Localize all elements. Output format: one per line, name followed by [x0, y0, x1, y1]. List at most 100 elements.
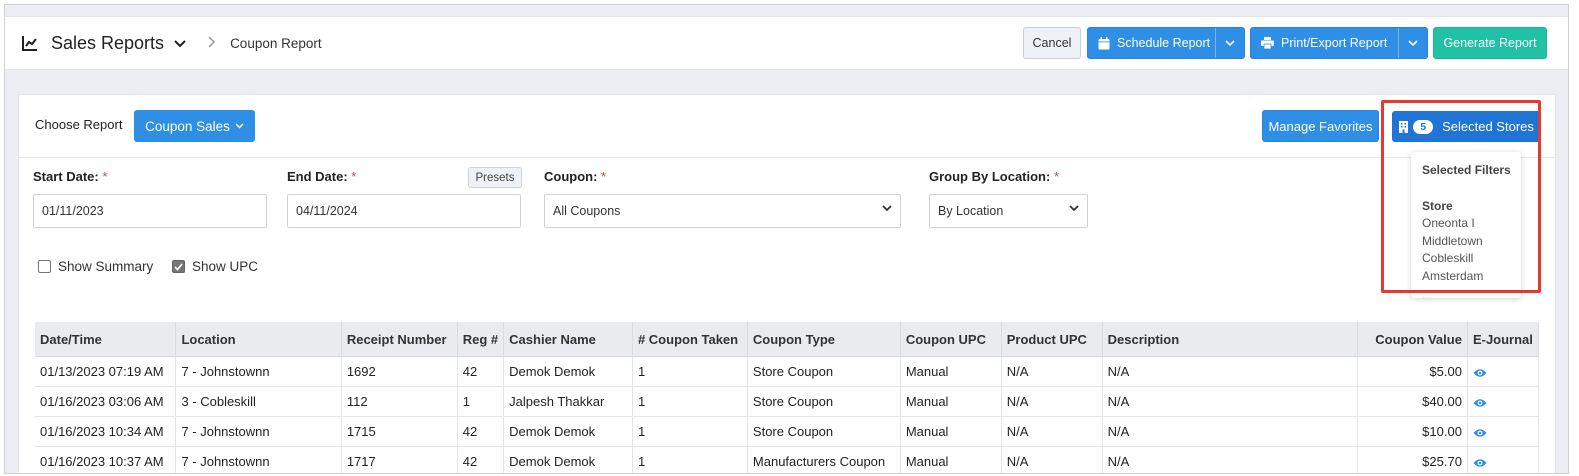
eye-icon[interactable] [1473, 398, 1487, 408]
print-export-button[interactable]: Print/Export Report [1250, 27, 1428, 59]
chevron-down-icon[interactable] [174, 36, 186, 51]
checkbox-box[interactable] [38, 260, 51, 273]
cell-receipt: 1717 [341, 446, 458, 473]
generate-report-button[interactable]: Generate Report [1433, 27, 1547, 59]
report-type-dropdown[interactable]: Coupon Sales [134, 110, 255, 142]
chevron-down-icon [1225, 39, 1235, 46]
cell-coupon-type: Manufacturers Coupon [747, 446, 901, 473]
stores-count-badge: 5 [1413, 119, 1434, 134]
cell-date: 01/13/2023 07:19 AM [35, 356, 177, 387]
popover-store-item: Amsterdam [1422, 269, 1484, 283]
cell-product-upc: N/A [1001, 356, 1103, 387]
eye-icon[interactable] [1473, 428, 1487, 438]
show-upc-label: Show UPC [192, 259, 259, 274]
column-header[interactable]: Description [1102, 322, 1359, 357]
start-date-input[interactable]: 01/11/2023 [33, 194, 267, 228]
column-header[interactable]: Coupon Value [1357, 322, 1468, 357]
cell-receipt: 1715 [341, 416, 458, 447]
column-header[interactable]: Coupon Type [747, 322, 901, 357]
cancel-button-label: Cancel [1032, 36, 1072, 50]
selected-stores-label: Selected Stores [1442, 119, 1534, 134]
printer-icon [1261, 37, 1274, 49]
cell-coupon-type: Store Coupon [747, 356, 901, 387]
show-upc-checkbox[interactable]: Show UPC [172, 259, 258, 274]
column-header[interactable]: E-Journal [1467, 322, 1540, 357]
cell-product-upc: N/A [1001, 386, 1103, 417]
eye-icon[interactable] [1473, 458, 1487, 468]
app-window: Sales Reports Coupon Report Cancel Sched… [4, 4, 1569, 474]
table-row: 01/16/2023 10:34 AM 7 - Johnstownn 1715 … [35, 416, 1540, 447]
cell-date: 01/16/2023 10:34 AM [35, 416, 177, 447]
cell-register: 42 [457, 416, 505, 447]
cell-date: 01/16/2023 10:37 AM [35, 446, 177, 473]
presets-button[interactable]: Presets [468, 167, 522, 188]
eye-icon[interactable] [1473, 368, 1487, 378]
column-header[interactable]: Receipt Number [341, 322, 458, 357]
cell-ejournal [1467, 386, 1540, 417]
column-header[interactable]: Reg # [457, 322, 505, 357]
cell-description: N/A [1102, 386, 1359, 417]
breadcrumb: Sales Reports Coupon Report [21, 17, 322, 69]
cell-coupon-upc: Manual [900, 446, 1002, 473]
column-header[interactable]: Cashier Name [503, 322, 633, 357]
cell-coupon-upc: Manual [900, 356, 1002, 387]
print-dropdown-toggle[interactable] [1398, 28, 1427, 58]
report-card: Choose Report Coupon Sales Manage Favori… [18, 94, 1556, 473]
choose-report-label: Choose Report [35, 117, 123, 132]
start-date-label: Start Date: * [33, 169, 108, 184]
generate-report-label: Generate Report [1443, 36, 1537, 50]
table-row: 01/13/2023 07:19 AM 7 - Johnstownn 1692 … [35, 356, 1540, 387]
cell-ejournal [1467, 356, 1540, 387]
end-date-label: End Date: * [287, 169, 357, 184]
cell-cashier: Demok Demok [503, 446, 633, 473]
cell-register: 42 [457, 446, 505, 473]
popover-more-indicator: ... [1422, 288, 1433, 298]
page-title: Sales Reports [51, 32, 165, 53]
chevron-right-icon [208, 35, 216, 51]
cell-ejournal [1467, 446, 1540, 473]
cell-coupon-value: $40.00 [1357, 386, 1468, 417]
cell-coupon-value: $5.00 [1357, 356, 1468, 387]
show-summary-checkbox[interactable]: Show Summary [38, 259, 153, 274]
cell-receipt: 1692 [341, 356, 458, 387]
cell-location: 7 - Johnstownn [175, 416, 342, 447]
table-row: 01/16/2023 03:06 AM 3 - Cobleskill 112 1… [35, 386, 1540, 417]
column-header[interactable]: Location [175, 322, 342, 357]
manage-favorites-button[interactable]: Manage Favorites [1262, 110, 1379, 142]
column-header[interactable]: Coupon UPC [900, 322, 1002, 357]
calendar-icon [1098, 36, 1110, 49]
checkbox-box[interactable] [172, 260, 185, 273]
cell-coupon-type: Store Coupon [747, 386, 901, 417]
schedule-dropdown-toggle[interactable] [1215, 28, 1244, 58]
cell-coupon-taken: 1 [632, 386, 748, 417]
column-header[interactable]: Date/Time [35, 322, 177, 357]
popover-store-item: Cobleskill [1422, 251, 1474, 265]
cell-register: 1 [457, 386, 505, 417]
cell-description: N/A [1102, 356, 1359, 387]
popover-store-heading: Store [1422, 199, 1453, 213]
cancel-button[interactable]: Cancel [1023, 27, 1081, 59]
coupon-report-table: Date/Time Location Receipt Number Reg # … [35, 322, 1540, 473]
cell-coupon-value: $25.70 [1357, 446, 1468, 473]
column-header[interactable]: # Coupon Taken [632, 322, 748, 357]
manage-favorites-label: Manage Favorites [1268, 118, 1373, 134]
building-icon [1399, 120, 1409, 133]
cell-description: N/A [1102, 416, 1359, 447]
cell-location: 7 - Johnstownn [175, 356, 342, 387]
cell-coupon-taken: 1 [632, 356, 748, 387]
cell-cashier: Demok Demok [503, 356, 633, 387]
cell-product-upc: N/A [1001, 446, 1103, 473]
report-type-value: Coupon Sales [145, 118, 230, 134]
chevron-down-icon [882, 205, 892, 212]
selected-stores-button[interactable]: 5 Selected Stores [1392, 111, 1541, 142]
coupon-select[interactable]: All Coupons [544, 194, 901, 228]
cell-product-upc: N/A [1001, 416, 1103, 447]
column-header[interactable]: Product UPC [1001, 322, 1103, 357]
group-by-location-select[interactable]: By Location [929, 194, 1088, 228]
cell-register: 42 [457, 356, 505, 387]
popover-store-item: Oneonta I [1422, 216, 1475, 230]
end-date-input[interactable]: 04/11/2024 [287, 194, 521, 228]
cell-description: N/A [1102, 446, 1359, 473]
schedule-report-button[interactable]: Schedule Report [1087, 27, 1245, 59]
cell-coupon-value: $10.00 [1357, 416, 1468, 447]
